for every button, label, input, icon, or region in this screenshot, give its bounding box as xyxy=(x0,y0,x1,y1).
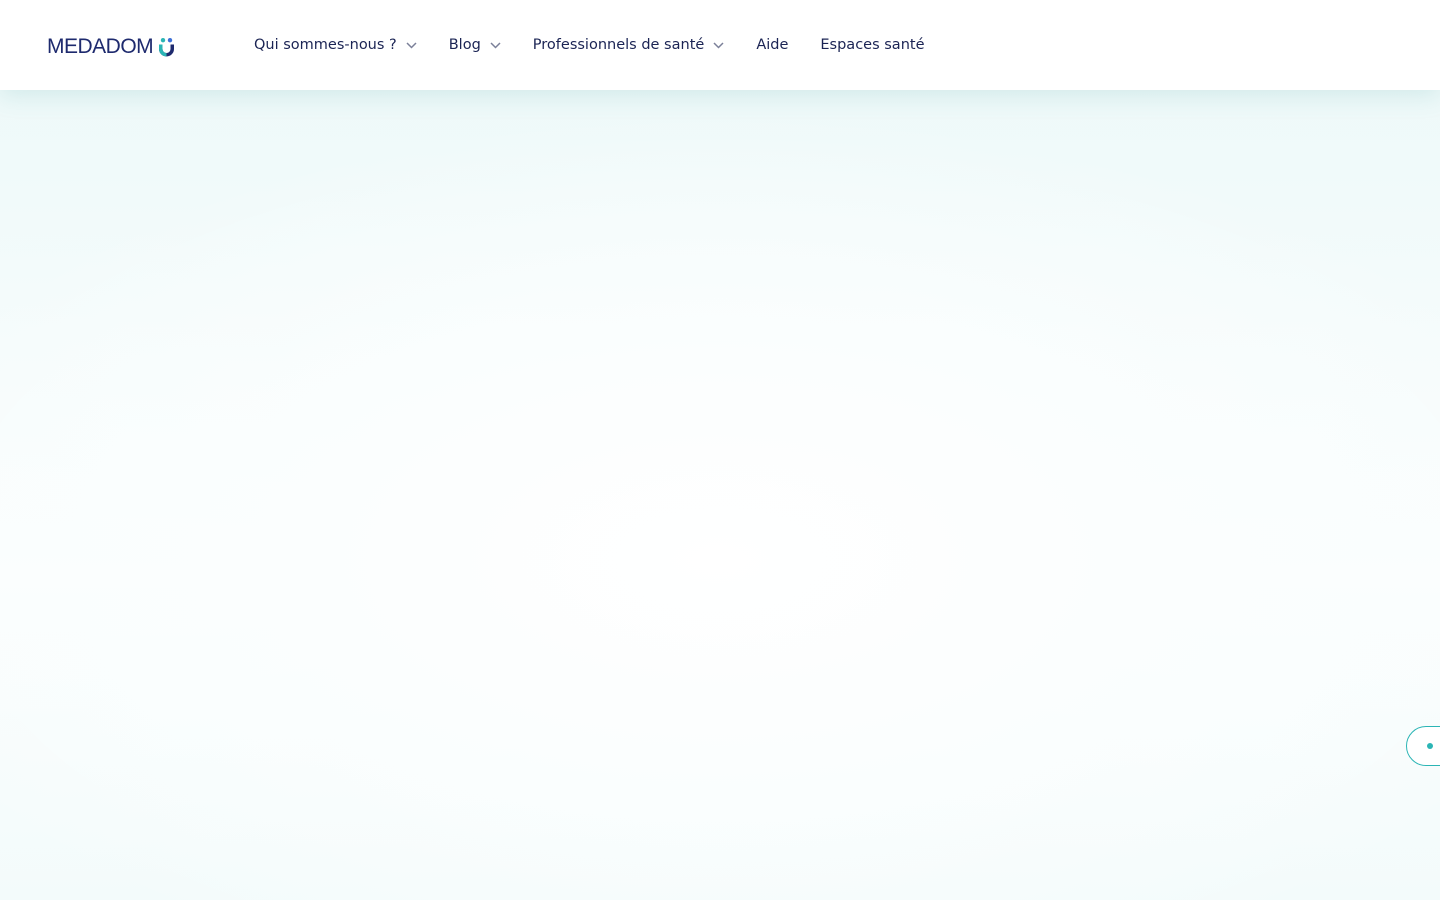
dot-icon xyxy=(1427,743,1433,749)
hero-section xyxy=(0,90,1440,900)
nav-item-blog[interactable]: Blog xyxy=(449,37,501,53)
nav-item-label: Blog xyxy=(448,37,481,53)
main-nav: Qui sommes-nous ? Blog Professionnels de… xyxy=(254,0,957,90)
chevron-down-icon xyxy=(713,41,724,49)
nav-item-label: Qui sommes-nous ? xyxy=(254,37,397,53)
nav-item-aide[interactable]: Aide xyxy=(756,37,788,53)
chevron-down-icon xyxy=(490,41,501,49)
medadom-logo-mark-icon xyxy=(159,38,175,57)
nav-item-label: Aide xyxy=(756,37,789,53)
nav-item-label: Espaces santé xyxy=(820,37,925,53)
nav-item-qui-sommes-nous[interactable]: Qui sommes-nous ? xyxy=(254,37,417,53)
nav-item-espaces-sante[interactable]: Espaces santé xyxy=(820,37,924,53)
logo-text: MEDADOM xyxy=(47,35,154,58)
chevron-down-icon xyxy=(406,41,417,49)
nav-item-professionnels-de-sante[interactable]: Professionnels de santé xyxy=(533,37,725,53)
side-floating-tab[interactable] xyxy=(1406,726,1440,766)
nav-item-label: Professionnels de santé xyxy=(532,37,705,53)
site-header: MEDADOM Qui sommes-nous ? Blog Professio… xyxy=(0,0,1440,90)
medadom-logo[interactable]: MEDADOM xyxy=(47,34,175,60)
